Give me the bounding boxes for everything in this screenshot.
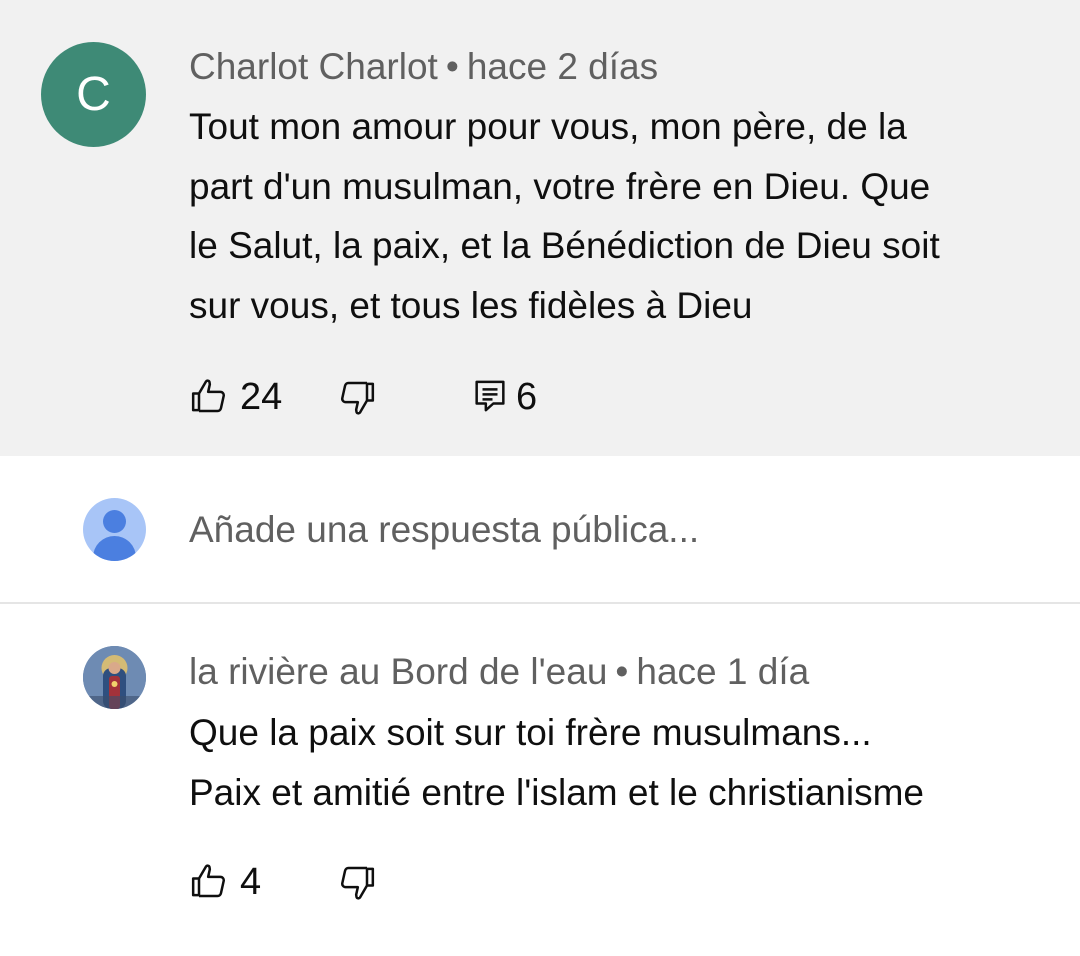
like-button[interactable] xyxy=(189,861,229,901)
replies-button[interactable] xyxy=(470,376,510,416)
divider xyxy=(0,602,1080,604)
comment-text-line: Tout mon amour pour vous, mon père, de l… xyxy=(189,106,907,147)
comment-text: Tout mon amour pour vous, mon père, de l… xyxy=(189,97,940,335)
author-name[interactable]: Charlot Charlot xyxy=(189,46,438,87)
thumb-up-icon xyxy=(191,864,225,898)
comments-thread: C Charlot Charlot • hace 2 días Tout mon a… xyxy=(0,0,1080,956)
highlighted-comment: C Charlot Charlot • hace 2 días Tout mon a… xyxy=(0,0,1080,456)
reply-text-line: Paix et amitié entre l'islam et le chris… xyxy=(189,771,924,813)
reply-meta: la rivière au Bord de l'eau • hace 1 día xyxy=(189,650,809,694)
dislike-button[interactable] xyxy=(337,378,377,418)
thumb-down-icon xyxy=(341,381,375,415)
like-button[interactable] xyxy=(189,376,229,416)
reply-actions: 4 xyxy=(189,861,449,909)
comment-text-line: le Salut, la paix, et la Bénédiction de … xyxy=(189,225,940,266)
comment-meta: Charlot Charlot • hace 2 días xyxy=(189,45,658,89)
thumb-down-icon xyxy=(341,866,375,900)
reply-input[interactable]: Añade una respuesta pública... xyxy=(189,508,699,552)
dislike-button[interactable] xyxy=(337,863,377,903)
reply-count[interactable]: 6 xyxy=(516,376,537,418)
avatar[interactable]: C xyxy=(41,42,146,147)
reply-composer[interactable]: Añade una respuesta pública... xyxy=(0,456,1080,603)
comment-time[interactable]: hace 1 día xyxy=(636,651,809,692)
comment-time[interactable]: hace 2 días xyxy=(467,46,658,87)
user-head-shape xyxy=(103,510,126,533)
user-shoulders-shape xyxy=(93,536,136,561)
avatar[interactable] xyxy=(83,646,146,709)
reply-text-line: Que la paix soit sur toi frère musulmans… xyxy=(189,712,872,753)
religious-painting-avatar-icon xyxy=(83,646,146,709)
comment-text-line: part d'un musulman, votre frère en Dieu.… xyxy=(189,165,931,207)
meta-separator: • xyxy=(445,46,459,87)
thumb-up-icon xyxy=(191,379,225,413)
author-name[interactable]: la rivière au Bord de l'eau xyxy=(189,651,607,692)
user-avatar xyxy=(83,498,146,561)
like-count: 24 xyxy=(240,376,283,418)
reply-text: Que la paix soit sur toi frère musulmans… xyxy=(189,703,924,822)
comment-icon xyxy=(475,380,505,412)
like-count: 4 xyxy=(240,861,262,903)
meta-separator: • xyxy=(615,651,629,692)
comment-actions: 24 6 xyxy=(189,376,589,424)
comment-text-line: sur vous, et tous les fidèles à Dieu xyxy=(189,284,753,326)
